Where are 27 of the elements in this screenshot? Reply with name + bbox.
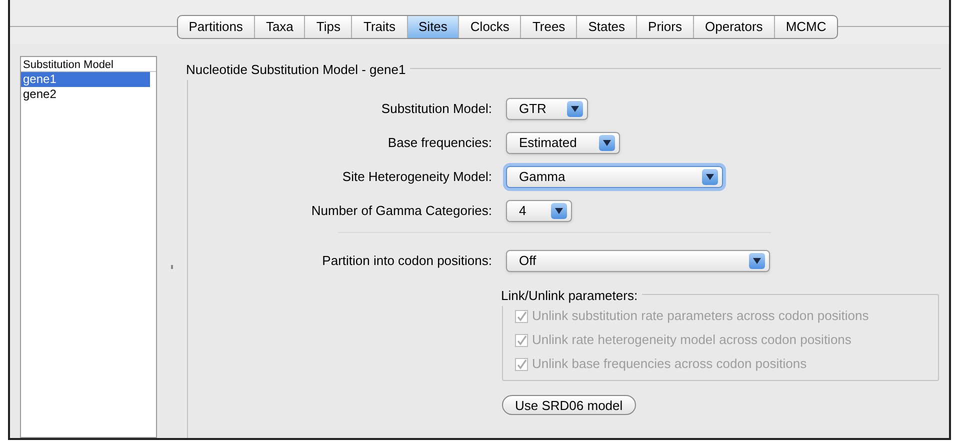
field-label: Substitution Model:: [380, 100, 492, 118]
field-label: Partition into codon positions:: [321, 252, 492, 270]
tab[interactable]: MCMC: [774, 16, 838, 38]
tab[interactable]: Partitions: [178, 16, 254, 38]
dropdown[interactable]: GTR: [506, 98, 588, 120]
list-item[interactable]: gene2: [21, 87, 150, 102]
dropdown[interactable]: 4: [506, 200, 572, 222]
tab[interactable]: Priors: [636, 16, 693, 38]
dropdown[interactable]: Gamma: [506, 166, 723, 188]
tab[interactable]: Operators: [693, 16, 774, 38]
tab[interactable]: Trees: [520, 16, 576, 38]
tab[interactable]: Taxa: [254, 16, 304, 38]
tab[interactable]: States: [576, 16, 636, 38]
srd06-button[interactable]: Use SRD06 model: [502, 395, 636, 415]
dropdown[interactable]: Off: [506, 250, 770, 272]
field-label: Base frequencies:: [386, 134, 492, 152]
field-label: Number of Gamma Categories:: [310, 202, 492, 220]
tab[interactable]: Tips: [304, 16, 352, 38]
dropdown[interactable]: Estimated: [506, 132, 620, 154]
checkbox-label: Unlink base frequencies across codon positions: [532, 355, 807, 374]
list-item[interactable]: gene1: [21, 72, 150, 87]
field-label: Site Heterogeneity Model:: [341, 168, 492, 186]
checkbox-label: Unlink rate heterogeneity model across codon positions: [532, 331, 852, 350]
tab[interactable]: Sites: [406, 16, 458, 38]
checkbox-label: Unlink substitution rate parameters across codon positions: [532, 307, 869, 326]
splitter-handle-icon[interactable]: [171, 265, 173, 269]
tab[interactable]: Clocks: [458, 16, 520, 38]
